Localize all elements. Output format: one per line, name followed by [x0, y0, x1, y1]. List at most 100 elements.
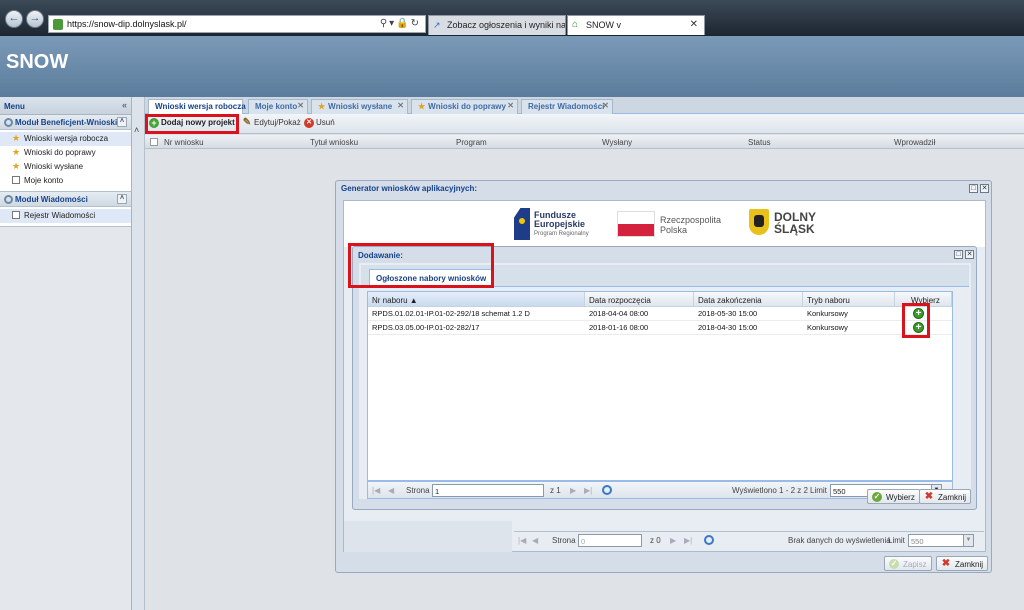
- first-page-icon[interactable]: |◀: [518, 536, 526, 545]
- refresh-icon[interactable]: [602, 485, 612, 495]
- close-tab-icon[interactable]: ✕: [602, 101, 609, 110]
- page-input[interactable]: 1: [432, 484, 544, 497]
- ds-line2: ŚLĄSK: [774, 222, 815, 236]
- close-tab-icon[interactable]: ✕: [690, 19, 698, 30]
- star-icon: ★: [12, 147, 21, 157]
- column-header[interactable]: Nr wniosku: [164, 138, 204, 147]
- collapse-bar[interactable]: ˄: [132, 97, 145, 610]
- rp-line2: Polska: [660, 225, 688, 235]
- page-label: Strona: [406, 486, 430, 495]
- tab-moje-konto[interactable]: Moje konto ✕: [248, 99, 308, 114]
- sidebar-item-wnioski-poprawy[interactable]: ★ Wnioski do poprawy: [0, 146, 131, 160]
- close-tab-icon[interactable]: ✕: [297, 101, 304, 110]
- browser-tab-zobacz[interactable]: ↗ Zobacz ogłoszenia i wyniki nab...: [428, 15, 566, 35]
- section-beneficjent[interactable]: Moduł Beneficjent-Wnioski ˄: [0, 115, 131, 130]
- prev-page-icon[interactable]: ◀: [388, 486, 394, 495]
- section-title: Moduł Wiadomości: [15, 195, 88, 204]
- collapse-section-icon[interactable]: ˄: [117, 117, 127, 127]
- next-page-icon[interactable]: ▶: [570, 486, 576, 495]
- select-all-checkbox[interactable]: [150, 138, 158, 146]
- star-icon: ★: [12, 161, 21, 171]
- close-button[interactable]: ✖ Zamknij: [919, 489, 972, 504]
- module-icon: [4, 118, 13, 127]
- last-page-icon[interactable]: ▶|: [584, 486, 592, 495]
- eu-funds-icon: [514, 208, 530, 240]
- tab-rejestr[interactable]: Rejestr Wiadomości ✕: [521, 99, 613, 114]
- sidebar-item-moje-konto[interactable]: Moje konto: [0, 174, 131, 188]
- limit-label: Limit: [888, 536, 905, 545]
- page-label: Strona: [552, 536, 576, 545]
- first-page-icon[interactable]: |◀: [372, 486, 380, 495]
- collapse-section-icon[interactable]: ˄: [117, 194, 127, 204]
- maximize-icon[interactable]: □: [954, 250, 963, 259]
- table-row[interactable]: RPDS.01.02.01-IP.01-02-292/18 schemat 1.…: [368, 307, 952, 321]
- tab-label: Wnioski do poprawy: [428, 102, 506, 111]
- section-wiadomosci[interactable]: Moduł Wiadomości ˄: [0, 192, 131, 207]
- check-icon: ✓: [889, 559, 899, 569]
- close-button[interactable]: ✖ Zamknij: [936, 556, 989, 571]
- prev-page-icon[interactable]: ◀: [532, 536, 538, 545]
- next-page-icon[interactable]: ▶: [670, 536, 676, 545]
- chevron-up-icon[interactable]: ˄: [134, 125, 139, 135]
- column-header-end[interactable]: Data zakończenia: [694, 292, 803, 307]
- tab-wnioski-robocza[interactable]: Wnioski wersja robocza: [148, 99, 246, 114]
- save-button[interactable]: ✓ Zapisz: [884, 556, 932, 571]
- refresh-icon[interactable]: [704, 535, 714, 545]
- column-header[interactable]: Status: [748, 138, 771, 147]
- document-icon: [12, 176, 20, 184]
- address-bar[interactable]: https://snow-dip.dolnyslask.pl/ ⚲▾🔒↻: [48, 15, 426, 33]
- column-header[interactable]: Program: [456, 138, 487, 147]
- close-icon: ✖: [941, 558, 951, 569]
- limit-select[interactable]: 550 ▼: [908, 534, 974, 547]
- browser-tab-label: Zobacz ogłoszenia i wyniki nab...: [447, 20, 566, 30]
- edit-button[interactable]: ✎ Edytuj/Pokaż: [242, 117, 301, 128]
- delete-button[interactable]: ✕ Usuń: [304, 118, 335, 128]
- maximize-icon[interactable]: □: [969, 184, 978, 193]
- cell-end: 2018-04-30 15:00: [698, 323, 758, 332]
- tab-wnioski-wyslane[interactable]: ★ Wnioski wysłane ✕: [311, 99, 408, 114]
- pencil-icon: ✎: [242, 117, 252, 128]
- section-beneficjent-items: ★ Wnioski wersja robocza ★ Wnioski do po…: [0, 130, 131, 192]
- select-label: Wybierz: [886, 493, 915, 502]
- close-icon[interactable]: ✕: [965, 250, 974, 259]
- page-input[interactable]: 0: [578, 534, 642, 547]
- close-icon[interactable]: ✕: [980, 184, 989, 193]
- column-header[interactable]: Tytuł wniosku: [310, 138, 358, 147]
- tab-wnioski-poprawy[interactable]: ★ Wnioski do poprawy ✕: [411, 99, 518, 114]
- last-page-icon[interactable]: ▶|: [684, 536, 692, 545]
- url-text: https://snow-dip.dolnyslask.pl/: [67, 19, 187, 29]
- poland-flag-icon: [617, 211, 655, 237]
- sidebar-item-label: Moje konto: [24, 176, 64, 185]
- column-label: Data rozpoczęcia: [589, 296, 651, 305]
- close-label: Zamknij: [938, 493, 967, 502]
- sidebar-item-wnioski-robocza[interactable]: ★ Wnioski wersja robocza: [0, 132, 131, 146]
- sidebar-item-wnioski-wyslane[interactable]: ★ Wnioski wysłane: [0, 160, 131, 174]
- column-label: Tryb naboru: [807, 296, 850, 305]
- select-button[interactable]: ✓ Wybierz: [867, 489, 920, 504]
- star-icon: ★: [12, 133, 21, 143]
- column-header-nr[interactable]: Nr naboru ▲: [368, 292, 585, 307]
- module-icon: [4, 195, 13, 204]
- close-tab-icon[interactable]: ✕: [507, 101, 514, 110]
- browser-tab-label: SNOW v: [586, 20, 621, 30]
- close-tab-icon[interactable]: ✕: [397, 101, 404, 110]
- column-header[interactable]: Wprowadził: [894, 138, 935, 147]
- document-icon: [12, 211, 20, 219]
- collapse-sidebar-icon[interactable]: «: [122, 100, 127, 110]
- address-tools-icon[interactable]: ⚲▾🔒↻: [380, 18, 421, 29]
- crest-icon: [749, 209, 769, 235]
- page-of-label: z 1: [550, 486, 561, 495]
- cell-nr: RPDS.01.02.01-IP.01-02-292/18 schemat 1.…: [372, 309, 530, 318]
- column-header[interactable]: Wysłany: [602, 138, 632, 147]
- column-header-start[interactable]: Data rozpoczęcia: [585, 292, 694, 307]
- back-icon[interactable]: ←: [5, 10, 23, 28]
- chevron-down-icon[interactable]: ▼: [963, 535, 973, 546]
- star-icon: ★: [318, 102, 326, 111]
- column-header-mode[interactable]: Tryb naboru: [803, 292, 895, 307]
- browser-tab-snow[interactable]: ⌂ SNOW v ✕: [567, 15, 705, 35]
- sidebar-item-rejestr[interactable]: Rejestr Wiadomości: [0, 209, 131, 223]
- pager-status: Brak danych do wyświetlenia: [788, 536, 891, 545]
- table-row[interactable]: RPDS.03.05.00-IP.01-02-282/17 2018-01-16…: [368, 321, 952, 335]
- forward-icon[interactable]: →: [26, 10, 44, 28]
- cell-mode: Konkursowy: [807, 309, 848, 318]
